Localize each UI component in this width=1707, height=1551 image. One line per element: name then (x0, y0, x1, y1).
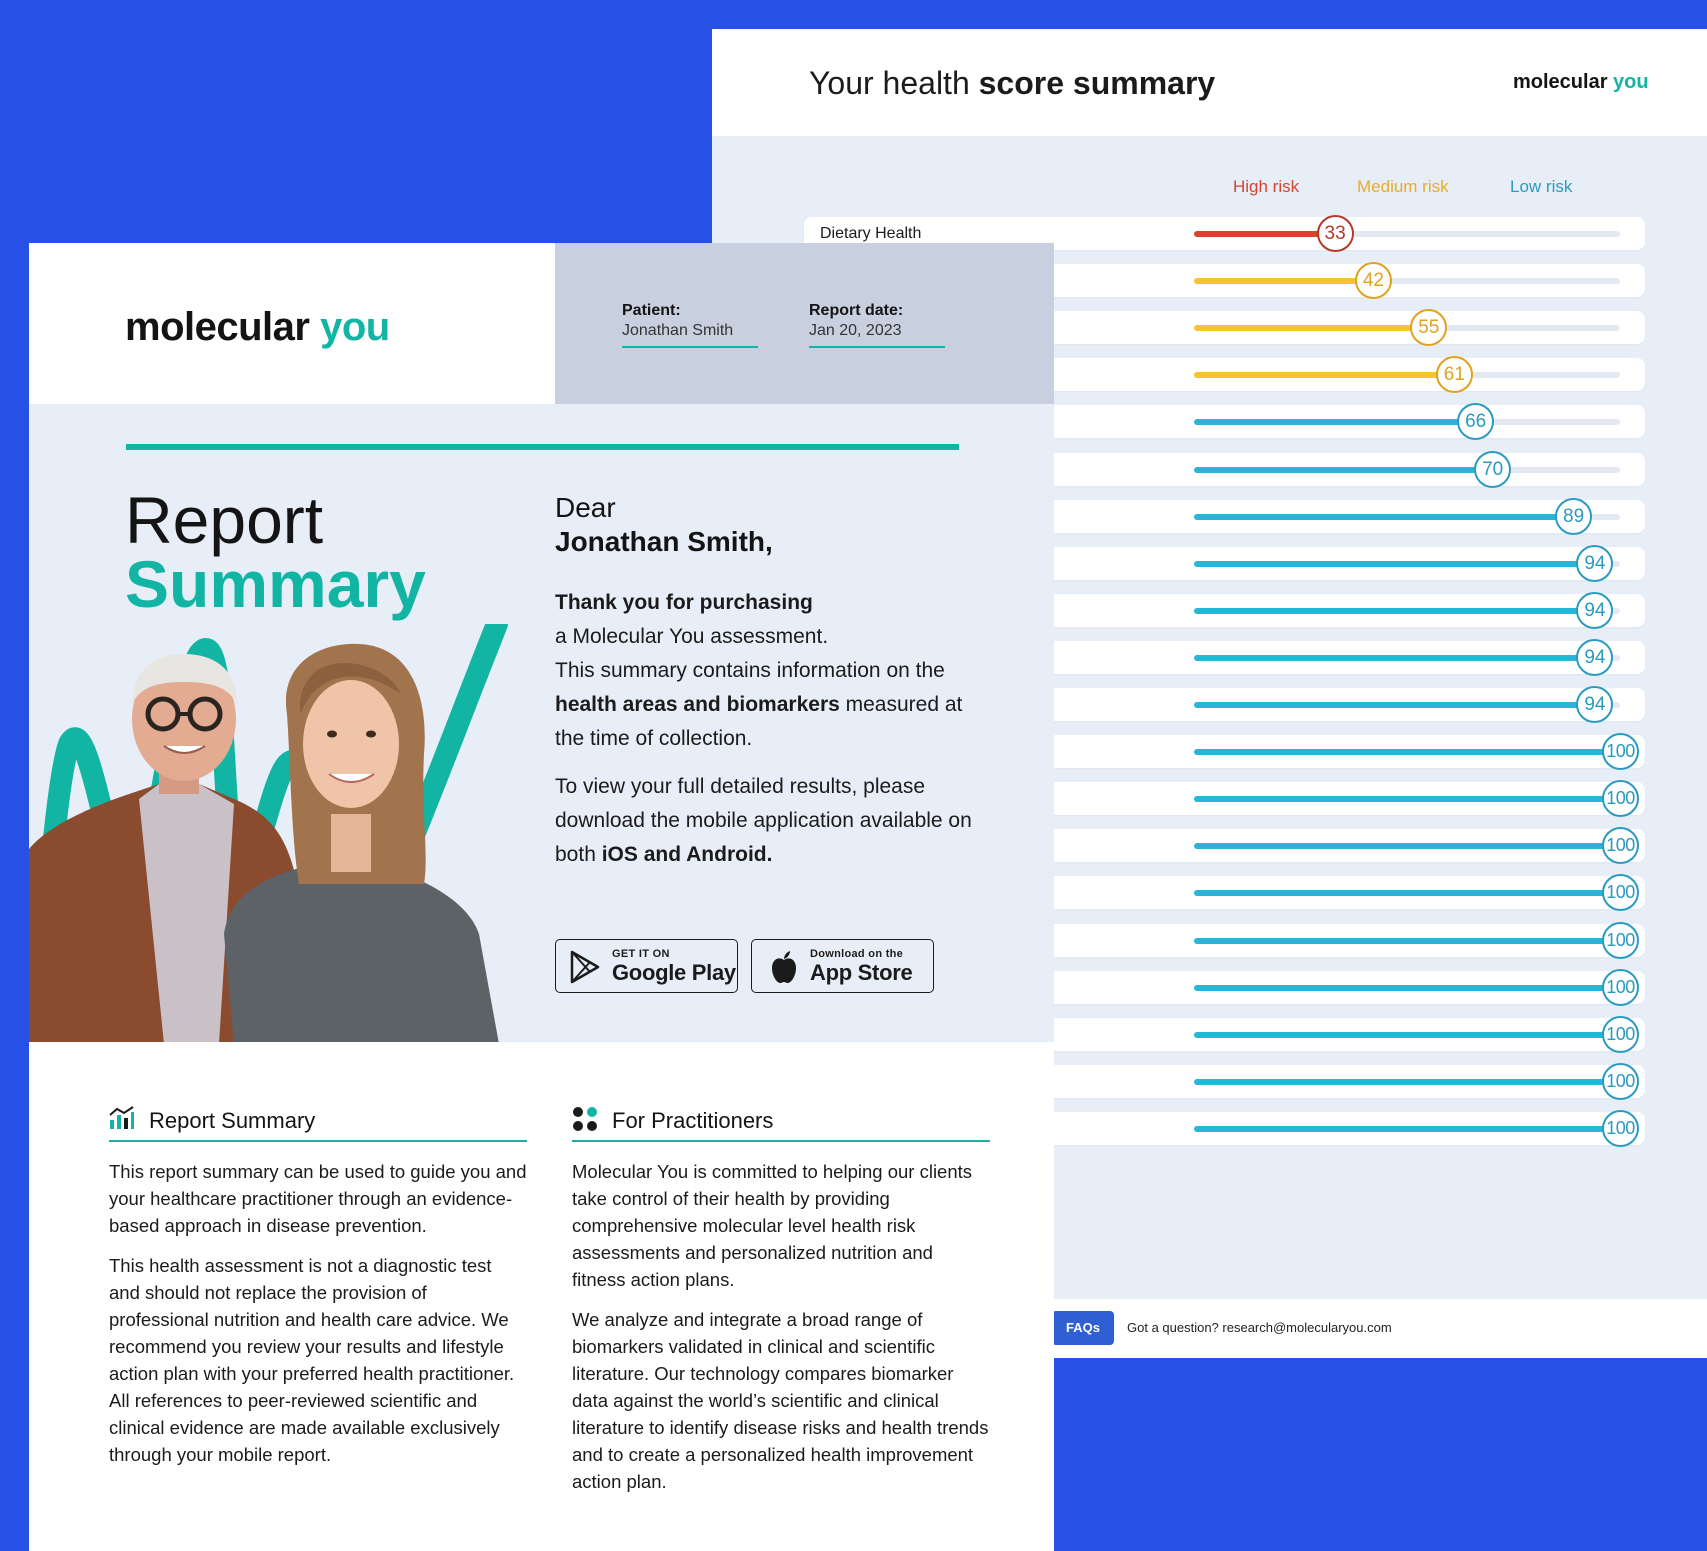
report-date-field: Report date: Jan 20, 2023 (809, 302, 945, 348)
score-fill (1194, 938, 1620, 944)
score-fill (1194, 325, 1429, 331)
score-badge: 94 (1576, 545, 1614, 582)
score-title: Your health score summary (809, 65, 1216, 101)
score-badge: 66 (1457, 403, 1495, 440)
score-fill (1194, 796, 1620, 802)
legend-low-risk: Low risk (1510, 177, 1573, 196)
for-practitioners-body: Molecular You is committed to helping ou… (572, 1158, 990, 1495)
score-badge: 61 (1435, 356, 1473, 393)
report-logo: molecular you (125, 305, 390, 349)
score-badge: 33 (1316, 215, 1354, 252)
patient-name: Jonathan Smith (622, 322, 734, 339)
score-logo: molecular you (1513, 71, 1649, 93)
score-fill (1194, 749, 1620, 755)
score-fill (1194, 514, 1574, 520)
report-summary-body: This report summary can be used to guide… (109, 1158, 527, 1468)
report-date-value: Jan 20, 2023 (809, 322, 902, 339)
google-play-small: GET IT ON (612, 948, 670, 960)
score-fill (1194, 467, 1493, 473)
patient-field: Patient: Jonathan Smith (622, 302, 758, 348)
score-fill (1194, 608, 1595, 614)
report-summary-heading: Report Summary (109, 1098, 527, 1142)
for-practitioners-paragraph: Molecular You is committed to helping ou… (572, 1161, 973, 1290)
patient-meta-box: Patient: Jonathan Smith Report date: Jan… (555, 243, 1054, 404)
score-badge: 70 (1474, 451, 1512, 488)
report-date-label: Report date: (809, 302, 904, 319)
for-practitioners-heading: For Practitioners (572, 1098, 990, 1142)
score-badge: 100 (1602, 874, 1639, 911)
score-badge: 100 (1602, 922, 1639, 959)
google-play-icon (570, 950, 600, 984)
score-badge: 100 (1602, 1110, 1639, 1147)
score-fill (1194, 278, 1373, 284)
question-contact-text: Got a question? research@molecularyou.co… (1127, 1320, 1392, 1335)
score-badge: 89 (1555, 498, 1593, 535)
bar-chart-icon (109, 1106, 134, 1129)
download-paragraph: To view your full detailed results, plea… (555, 775, 972, 866)
score-fill (1194, 231, 1335, 237)
report-summary-heading-label: Report Summary (149, 1108, 316, 1133)
score-fill (1194, 655, 1595, 661)
score-fill (1194, 1126, 1620, 1132)
score-badge: 55 (1410, 309, 1448, 346)
report-summary-section: Report Summary This report summary can b… (109, 1098, 527, 1481)
score-fill (1194, 985, 1620, 991)
report-header: molecular you Patient: Jonathan Smith Re… (29, 243, 1054, 404)
faqs-button[interactable]: FAQs (1052, 1311, 1114, 1345)
score-badge: 100 (1602, 733, 1639, 770)
score-badge: 100 (1602, 780, 1639, 817)
apple-icon (772, 951, 796, 983)
report-summary-page: molecular you Patient: Jonathan Smith Re… (29, 243, 1054, 1551)
title-summary: Summary (125, 547, 426, 621)
score-fill (1194, 419, 1476, 425)
score-fill (1194, 890, 1620, 896)
report-summary-paragraph: This report summary can be used to guide… (109, 1161, 527, 1236)
score-fill (1194, 561, 1595, 567)
greeting-name: Jonathan Smith, (555, 526, 773, 557)
for-practitioners-heading-label: For Practitioners (612, 1108, 774, 1133)
dots-grid-icon (573, 1107, 597, 1131)
score-fill (1194, 702, 1595, 708)
legend-medium-risk: Medium risk (1357, 177, 1449, 196)
score-fill (1194, 1032, 1620, 1038)
app-store-button[interactable]: Download on the App Store (751, 939, 934, 993)
score-header: Your health score summary molecular you (712, 29, 1707, 136)
score-row-label: Dietary Health (820, 225, 922, 242)
divider (126, 444, 959, 450)
report-hero: Report Summary Dear Jonathan Smith, Than… (29, 404, 1054, 1042)
for-practitioners-section: For Practitioners Molecular You is commi… (572, 1098, 990, 1508)
google-play-button[interactable]: GET IT ON Google Play (555, 939, 738, 993)
app-store-label: App Store (810, 960, 913, 985)
people-photo (29, 643, 499, 1042)
score-badge: 100 (1602, 827, 1639, 864)
greeting: Dear (555, 492, 616, 523)
score-badge: 100 (1602, 1063, 1639, 1100)
score-badge: 100 (1602, 1016, 1639, 1053)
patient-label: Patient: (622, 302, 681, 319)
score-badge: 94 (1576, 592, 1614, 629)
legend-high-risk: High risk (1233, 177, 1300, 196)
google-play-label: Google Play (612, 960, 736, 985)
score-badge: 94 (1576, 639, 1614, 676)
score-fill (1194, 843, 1620, 849)
app-store-small: Download on the (810, 948, 904, 960)
thanks-paragraph: Thank you for purchasing a Molecular You … (555, 591, 829, 648)
score-badge: 42 (1354, 262, 1392, 299)
summary-paragraph: This summary contains information on the… (555, 659, 963, 750)
score-badge: 94 (1576, 686, 1614, 723)
for-practitioners-paragraph: We analyze and integrate a broad range o… (572, 1309, 989, 1492)
score-fill (1194, 1079, 1620, 1085)
score-fill (1194, 372, 1454, 378)
report-summary-paragraph: This health assessment is not a diagnost… (109, 1255, 515, 1465)
score-badge: 100 (1602, 969, 1639, 1006)
